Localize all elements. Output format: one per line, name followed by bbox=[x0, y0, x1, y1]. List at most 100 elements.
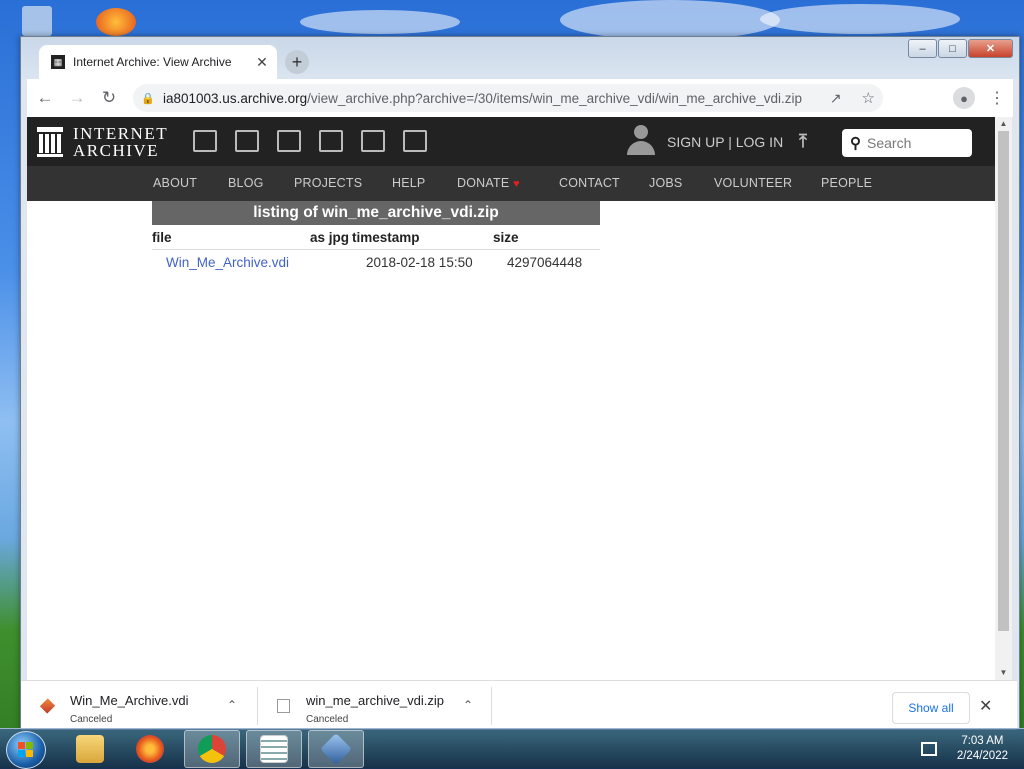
tab-title: Internet Archive: View Archive bbox=[73, 55, 232, 69]
taskbar-notepad[interactable] bbox=[246, 730, 302, 768]
chevron-up-icon[interactable]: ⌃ bbox=[463, 698, 473, 712]
nav-donate-label: DONATE bbox=[457, 176, 510, 190]
windows-taskbar: 7:03 AM 2/24/2022 bbox=[0, 728, 1024, 769]
clock[interactable]: 7:03 AM 2/24/2022 bbox=[957, 734, 1008, 764]
images-icon[interactable] bbox=[403, 130, 427, 152]
clock-time: 7:03 AM bbox=[961, 735, 1004, 747]
listing-header-row: file as jpg timestamp size bbox=[152, 225, 600, 250]
download-status: Canceled bbox=[70, 714, 113, 725]
header-file: file bbox=[152, 230, 172, 245]
chevron-up-icon[interactable]: ⌃ bbox=[227, 698, 237, 712]
signup-login-link[interactable]: SIGN UP | LOG IN bbox=[667, 134, 783, 150]
windows-logo-icon bbox=[18, 742, 34, 758]
taskbar-chrome[interactable] bbox=[184, 730, 240, 768]
taskbar-explorer[interactable] bbox=[62, 730, 118, 768]
minimize-button[interactable]: – bbox=[908, 39, 937, 58]
nav-projects[interactable]: PROJECTS bbox=[294, 176, 362, 190]
network-icon[interactable] bbox=[920, 742, 937, 756]
download-bar: Win_Me_Archive.vdi Canceled ⌃ win_me_arc… bbox=[21, 680, 1017, 730]
header-size: size bbox=[493, 230, 519, 245]
download-item[interactable]: win_me_archive_vdi.zip Canceled ⌃ bbox=[257, 681, 491, 730]
download-name: win_me_archive_vdi.zip bbox=[306, 693, 445, 708]
reload-icon[interactable]: ↻ bbox=[95, 84, 123, 112]
title-bar: – □ ✕ ▦ Internet Archive: View Archive ✕… bbox=[21, 37, 1019, 79]
toolbar-right: ● ⋮ bbox=[953, 87, 1013, 109]
folder-icon bbox=[76, 735, 104, 763]
file-size: 4297064448 bbox=[507, 255, 583, 270]
bookmark-star-icon[interactable]: ☆ bbox=[862, 89, 875, 107]
archive-favicon-icon: ▦ bbox=[51, 55, 65, 69]
system-tray: 7:03 AM 2/24/2022 bbox=[920, 729, 1024, 769]
ia-nav-bar: ABOUT BLOG PROJECTS HELP DONATE ♥ CONTAC… bbox=[27, 166, 995, 201]
audio-speaker-icon[interactable] bbox=[319, 130, 343, 152]
search-input[interactable] bbox=[865, 134, 959, 152]
address-bar[interactable]: 🔒 ia801003.us.archive.org/view_archive.p… bbox=[133, 84, 883, 112]
browser-toolbar: ← → ↻ 🔒 ia801003.us.archive.org/view_arc… bbox=[27, 79, 1013, 117]
nav-volunteer[interactable]: VOLUNTEER bbox=[714, 176, 792, 190]
scroll-thumb[interactable] bbox=[998, 131, 1009, 631]
maximize-button[interactable]: □ bbox=[938, 39, 967, 58]
recycle-bin-icon[interactable] bbox=[22, 6, 52, 36]
scroll-up-icon[interactable]: ▲ bbox=[995, 117, 1012, 131]
download-status: Canceled bbox=[306, 714, 349, 725]
nav-donate[interactable]: DONATE ♥ bbox=[457, 176, 520, 190]
zip-file-icon bbox=[277, 699, 290, 713]
video-film-icon[interactable] bbox=[277, 130, 301, 152]
window-controls: – □ ✕ bbox=[907, 39, 1013, 58]
show-all-button[interactable]: Show all bbox=[892, 692, 970, 724]
firefox-desktop-icon[interactable] bbox=[96, 8, 136, 36]
logo-line-2: ARCHIVE bbox=[73, 141, 160, 160]
ia-search-box[interactable]: ⚲ bbox=[842, 129, 972, 157]
lock-icon[interactable]: 🔒 bbox=[141, 92, 155, 105]
back-arrow-icon[interactable]: ← bbox=[31, 84, 59, 112]
archive-building-icon bbox=[37, 127, 63, 157]
nav-jobs[interactable]: JOBS bbox=[649, 176, 682, 190]
file-timestamp: 2018-02-18 15:50 bbox=[366, 255, 473, 270]
listing-title: listing of win_me_archive_vdi.zip bbox=[152, 201, 600, 225]
nav-about[interactable]: ABOUT bbox=[153, 176, 197, 190]
scroll-down-icon[interactable]: ▼ bbox=[995, 666, 1012, 680]
search-icon[interactable]: ⚲ bbox=[850, 134, 861, 152]
forward-arrow-icon[interactable]: → bbox=[63, 84, 91, 112]
logo-line-1: INTERNET bbox=[73, 124, 169, 143]
software-floppy-icon[interactable] bbox=[361, 130, 385, 152]
ia-logo[interactable]: INTERNET ARCHIVE bbox=[37, 125, 168, 159]
table-row: Win_Me_Archive.vdi 2018-02-18 15:50 4297… bbox=[152, 250, 600, 276]
download-divider bbox=[491, 687, 492, 725]
nav-blog[interactable]: BLOG bbox=[228, 176, 264, 190]
chrome-icon bbox=[198, 735, 226, 763]
browser-window: – □ ✕ ▦ Internet Archive: View Archive ✕… bbox=[20, 36, 1020, 730]
virtualbox-cube-icon bbox=[320, 733, 352, 765]
close-tab-icon[interactable]: ✕ bbox=[253, 54, 271, 71]
heart-icon: ♥ bbox=[513, 178, 520, 190]
nav-people[interactable]: PEOPLE bbox=[821, 176, 872, 190]
ia-wordmark: INTERNET ARCHIVE bbox=[73, 125, 168, 159]
list-document-icon bbox=[260, 735, 288, 763]
vdi-file-icon bbox=[39, 698, 56, 714]
upload-icon[interactable]: ⤒ bbox=[799, 131, 807, 152]
texts-book-icon[interactable] bbox=[235, 130, 259, 152]
url-host: ia801003.us.archive.org bbox=[163, 90, 308, 106]
clock-date: 2/24/2022 bbox=[956, 750, 1008, 762]
profile-icon[interactable]: ● bbox=[953, 87, 975, 109]
header-as-jpg: as jpg bbox=[310, 230, 350, 245]
nav-contact[interactable]: CONTACT bbox=[559, 176, 620, 190]
user-avatar-icon[interactable] bbox=[627, 125, 655, 157]
close-window-button[interactable]: ✕ bbox=[968, 39, 1013, 58]
new-tab-button[interactable]: + bbox=[285, 50, 309, 74]
taskbar-virtualbox[interactable] bbox=[308, 730, 364, 768]
start-button[interactable] bbox=[6, 731, 46, 769]
download-name: Win_Me_Archive.vdi bbox=[70, 693, 189, 708]
browser-tab[interactable]: ▦ Internet Archive: View Archive ✕ bbox=[39, 45, 277, 79]
menu-kebab-icon[interactable]: ⋮ bbox=[989, 88, 1005, 108]
ia-header: INTERNET ARCHIVE SIGN UP | LOG IN ⤒ ⚲ bbox=[27, 117, 995, 166]
share-icon[interactable]: ↗ bbox=[830, 90, 842, 107]
close-download-bar-icon[interactable]: ✕ bbox=[979, 696, 992, 716]
vertical-scrollbar[interactable]: ▲ ▼ bbox=[995, 117, 1012, 680]
download-item[interactable]: Win_Me_Archive.vdi Canceled ⌃ bbox=[21, 681, 257, 730]
file-link[interactable]: Win_Me_Archive.vdi bbox=[166, 255, 289, 270]
taskbar-firefox[interactable] bbox=[122, 730, 178, 768]
nav-help[interactable]: HELP bbox=[392, 176, 425, 190]
header-timestamp: timestamp bbox=[352, 230, 420, 245]
web-icon[interactable] bbox=[193, 130, 217, 152]
